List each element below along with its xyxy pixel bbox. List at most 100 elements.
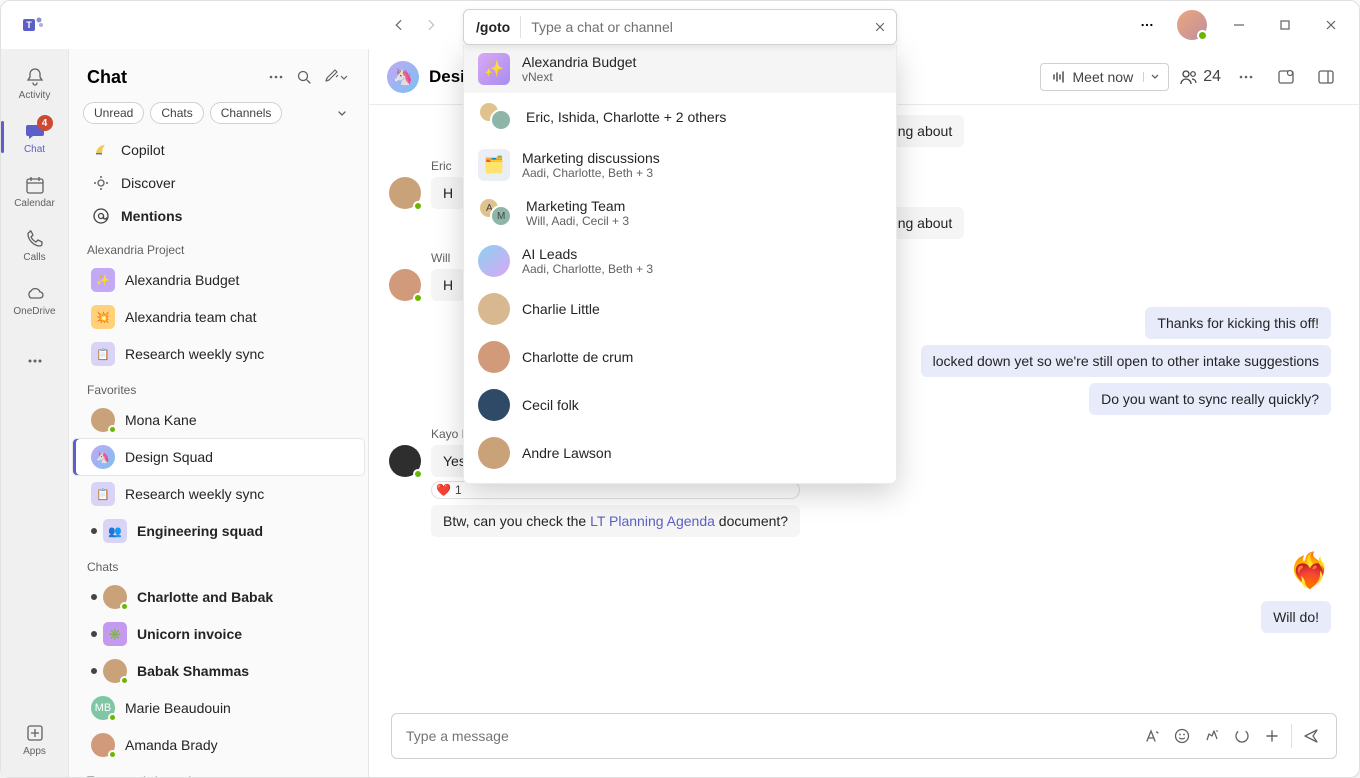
rail-calls[interactable]: Calls (5, 219, 65, 271)
open-panel-button[interactable] (1311, 62, 1341, 92)
rail-chat[interactable]: Chat4 (5, 111, 65, 163)
sidebar-item[interactable]: ✳️Unicorn invoice (73, 616, 364, 652)
sidebar-item[interactable]: Babak Shammas (73, 653, 364, 689)
sidebar-item[interactable]: Charlotte and Babak (73, 579, 364, 615)
copilot-icon (91, 140, 111, 160)
group-avatar: AM (478, 197, 514, 229)
goto-result[interactable]: AMMarketing TeamWill, Aadi, Cecil + 3 (464, 189, 896, 237)
sidebar-item[interactable]: Amanda Brady (73, 727, 364, 763)
sidebar-search-button[interactable] (290, 63, 318, 91)
format-button[interactable] (1137, 721, 1167, 751)
sidebar-item[interactable]: 💥Alexandria team chat (73, 299, 364, 335)
meet-dropdown-button[interactable] (1143, 72, 1160, 82)
header-more-button[interactable] (1231, 62, 1261, 92)
sidebar-item[interactable]: 👥Engineering squad (73, 513, 364, 549)
sidebar-item[interactable]: 📋Research weekly sync (73, 476, 364, 512)
compose-input[interactable] (406, 728, 1137, 744)
goto-result[interactable]: AI LeadsAadi, Charlotte, Beth + 3 (464, 237, 896, 285)
add-button[interactable] (1257, 721, 1287, 751)
window-maximize-button[interactable] (1265, 9, 1305, 41)
my-message-bubble: locked down yet so we're still open to o… (921, 345, 1331, 377)
my-message-bubble: Thanks for kicking this off! (1145, 307, 1331, 339)
group-avatar (478, 101, 514, 133)
sidebar-pinned-copilot[interactable]: Copilot (73, 134, 364, 166)
avatar: MB (91, 696, 115, 720)
avatar: 🦄 (91, 445, 115, 469)
sender-avatar[interactable] (389, 177, 421, 209)
emoji-button[interactable] (1167, 721, 1197, 751)
goto-result[interactable]: ✨Alexandria BudgetvNext (464, 45, 896, 93)
sidebar-item[interactable]: 🦄Design Squad (73, 439, 364, 475)
goto-result[interactable]: Eric, Ishida, Charlotte + 2 others (464, 93, 896, 141)
filters-expand-button[interactable] (330, 101, 354, 125)
avatar: 💥 (91, 305, 115, 329)
filter-chats[interactable]: Chats (150, 102, 203, 124)
sidebar-pinned-discover[interactable]: Discover (73, 167, 364, 199)
copilot-panel-button[interactable] (1271, 62, 1301, 92)
sidebar-title: Chat (87, 67, 262, 88)
send-button[interactable] (1296, 721, 1326, 751)
window-minimize-button[interactable] (1219, 9, 1259, 41)
settings-more-button[interactable] (1127, 9, 1167, 41)
goto-result[interactable]: Cecil folk (464, 381, 896, 429)
emoji-message: ❤️‍🔥 (1289, 551, 1331, 591)
filter-unread[interactable]: Unread (83, 102, 144, 124)
goto-result[interactable]: Charlotte de crum (464, 333, 896, 381)
copilot-compose-button[interactable] (1197, 721, 1227, 751)
new-chat-button[interactable] (318, 63, 354, 91)
sidebar-section-header[interactable]: Favorites (69, 373, 368, 401)
user-avatar[interactable] (1177, 10, 1207, 40)
nav-back-button[interactable] (385, 11, 413, 39)
goto-result[interactable]: Charlie Little (464, 285, 896, 333)
discover-icon (91, 173, 111, 193)
channel-avatar: 🦄 (387, 61, 419, 93)
filter-channels[interactable]: Channels (210, 102, 283, 124)
avatar: 📋 (91, 482, 115, 506)
mentions-icon (91, 206, 111, 226)
sender-avatar[interactable] (389, 445, 421, 477)
rail-apps[interactable]: Apps (5, 713, 65, 765)
sidebar-item[interactable]: 📋Research weekly sync (73, 336, 364, 372)
meet-now-button[interactable]: Meet now (1040, 63, 1170, 91)
sidebar-section-header[interactable]: Chats (69, 550, 368, 578)
document-link[interactable]: LT Planning Agenda (590, 513, 715, 529)
clear-search-button[interactable] (864, 11, 896, 43)
goto-result[interactable]: 🗂️Marketing discussionsAadi, Charlotte, … (464, 141, 896, 189)
window-close-button[interactable] (1311, 9, 1351, 41)
avatar (103, 659, 127, 683)
command-search-bar[interactable]: /goto (463, 9, 897, 45)
goto-result[interactable]: Andre Lawson (464, 429, 896, 477)
people-icon (1179, 68, 1199, 86)
avatar (478, 437, 510, 469)
sidebar-filters: Unread Chats Channels (69, 101, 368, 133)
participants-button[interactable]: 24 (1179, 68, 1221, 86)
unread-indicator (91, 528, 97, 534)
search-input[interactable] (521, 19, 864, 35)
loop-button[interactable] (1227, 721, 1257, 751)
avatar (91, 733, 115, 757)
svg-text:T: T (26, 20, 32, 30)
heart-icon: ❤️ (436, 483, 451, 497)
sidebar-pinned-mentions[interactable]: Mentions (73, 200, 364, 232)
activity-icon (24, 66, 46, 88)
my-message-bubble: Do you want to sync really quickly? (1089, 383, 1331, 415)
chat-sidebar: Chat Unread Chats Channels CopilotDiscover… (69, 49, 369, 777)
sidebar-more-button[interactable] (262, 63, 290, 91)
sender-avatar[interactable] (389, 269, 421, 301)
compose-box[interactable] (391, 713, 1337, 759)
nav-forward-button[interactable] (417, 11, 445, 39)
sidebar-item[interactable]: Mona Kane (73, 402, 364, 438)
sidebar-item[interactable]: ✨Alexandria Budget (73, 262, 364, 298)
rail-activity[interactable]: Activity (5, 57, 65, 109)
sidebar-item[interactable]: MBMarie Beaudouin (73, 690, 364, 726)
avatar (478, 341, 510, 373)
sidebar-section-header[interactable]: Teams and channels (69, 764, 368, 777)
sidebar-section-header[interactable]: Alexandria Project (69, 233, 368, 261)
rail-calendar[interactable]: Calendar (5, 165, 65, 217)
onedrive-icon (24, 282, 46, 304)
rail-more[interactable] (5, 335, 65, 387)
avatar: ✳️ (103, 622, 127, 646)
goto-dropdown: ✨Alexandria BudgetvNextEric, Ishida, Cha… (463, 45, 897, 484)
avatar: 🗂️ (478, 149, 510, 181)
rail-onedrive[interactable]: OneDrive (5, 273, 65, 325)
